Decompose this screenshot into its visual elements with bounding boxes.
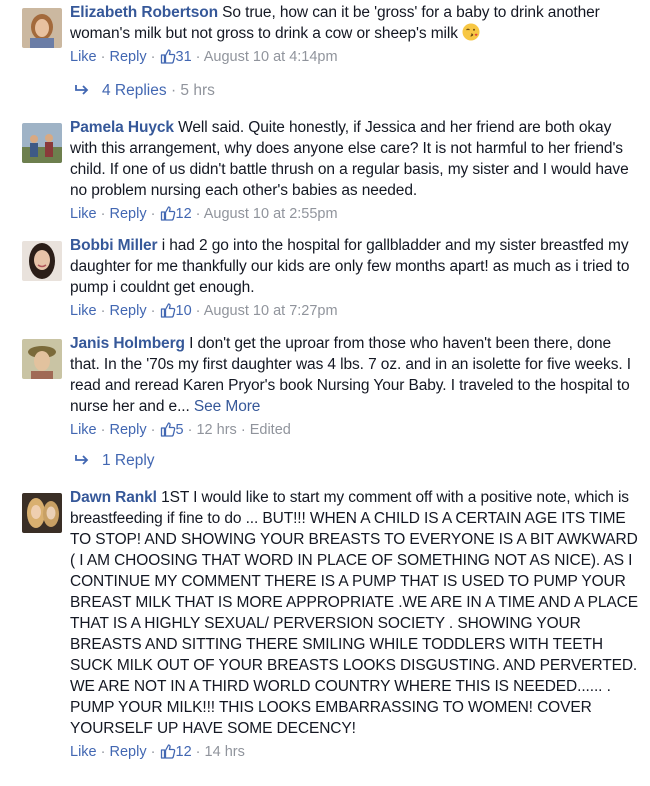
reply-link[interactable]: Reply xyxy=(110,744,147,760)
comment-actions: Like · Reply · 12 · August 10 at 2:55pm xyxy=(70,206,338,222)
comment-author[interactable]: Janis Holmberg xyxy=(70,335,185,352)
like-count[interactable]: 10 xyxy=(160,303,196,319)
comment-author[interactable]: Bobbi Miller xyxy=(70,237,158,254)
like-count[interactable]: 12 xyxy=(160,206,196,222)
thumbs-up-icon xyxy=(160,422,175,437)
reply-link[interactable]: Reply xyxy=(110,49,147,65)
like-link[interactable]: Like xyxy=(70,303,97,319)
comment-actions: Like · Reply · 10 · August 10 at 7:27pm xyxy=(70,303,338,319)
like-count[interactable]: 5 xyxy=(160,422,188,438)
avatar[interactable] xyxy=(22,241,62,281)
reply-link[interactable]: Reply xyxy=(110,422,147,438)
reply-arrow-icon xyxy=(75,85,89,95)
timestamp[interactable]: August 10 at 4:14pm xyxy=(204,49,338,65)
avatar[interactable] xyxy=(22,8,62,48)
comment-actions: Like · Reply · 31 · August 10 at 4:14pm xyxy=(70,49,338,65)
avatar[interactable] xyxy=(22,493,62,533)
thumbs-up-icon xyxy=(160,303,175,318)
avatar[interactable] xyxy=(22,123,62,163)
timestamp[interactable]: August 10 at 2:55pm xyxy=(204,206,338,222)
timestamp[interactable]: 12 hrs xyxy=(196,422,236,438)
comment-author[interactable]: Dawn Rankl xyxy=(70,489,157,506)
comment-author[interactable]: Pamela Huyck xyxy=(70,119,174,136)
timestamp[interactable]: 14 hrs xyxy=(205,744,245,760)
view-replies-link[interactable]: 1 Reply xyxy=(74,452,155,470)
like-link[interactable]: Like xyxy=(70,422,97,438)
comment-actions: Like · Reply · 5 · 12 hrs · Edited xyxy=(70,422,291,438)
thumbs-up-icon xyxy=(160,744,175,759)
kissing-face-emoji xyxy=(462,23,480,42)
thumbs-up-icon xyxy=(160,49,175,64)
like-link[interactable]: Like xyxy=(70,744,97,760)
see-more-link[interactable]: See More xyxy=(194,398,261,415)
timestamp[interactable]: August 10 at 7:27pm xyxy=(204,303,338,319)
like-count[interactable]: 12 xyxy=(160,744,196,760)
like-count[interactable]: 31 xyxy=(160,49,196,65)
comment-actions: Like · Reply · 12 · 14 hrs xyxy=(70,744,245,760)
comment-text: 1ST I would like to start my comment off… xyxy=(70,489,638,737)
comment-author[interactable]: Elizabeth Robertson xyxy=(70,4,218,21)
reply-timestamp: 5 hrs xyxy=(180,82,215,99)
like-link[interactable]: Like xyxy=(70,49,97,65)
replies-count[interactable]: 1 Reply xyxy=(102,452,155,469)
avatar[interactable] xyxy=(22,339,62,379)
like-link[interactable]: Like xyxy=(70,206,97,222)
reply-link[interactable]: Reply xyxy=(110,206,147,222)
reply-link[interactable]: Reply xyxy=(110,303,147,319)
view-replies-link[interactable]: 4 Replies · 5 hrs xyxy=(74,82,215,100)
thumbs-up-icon xyxy=(160,206,175,221)
replies-count[interactable]: 4 Replies xyxy=(102,82,167,99)
reply-arrow-icon xyxy=(75,455,89,465)
edited-label[interactable]: Edited xyxy=(250,422,291,438)
